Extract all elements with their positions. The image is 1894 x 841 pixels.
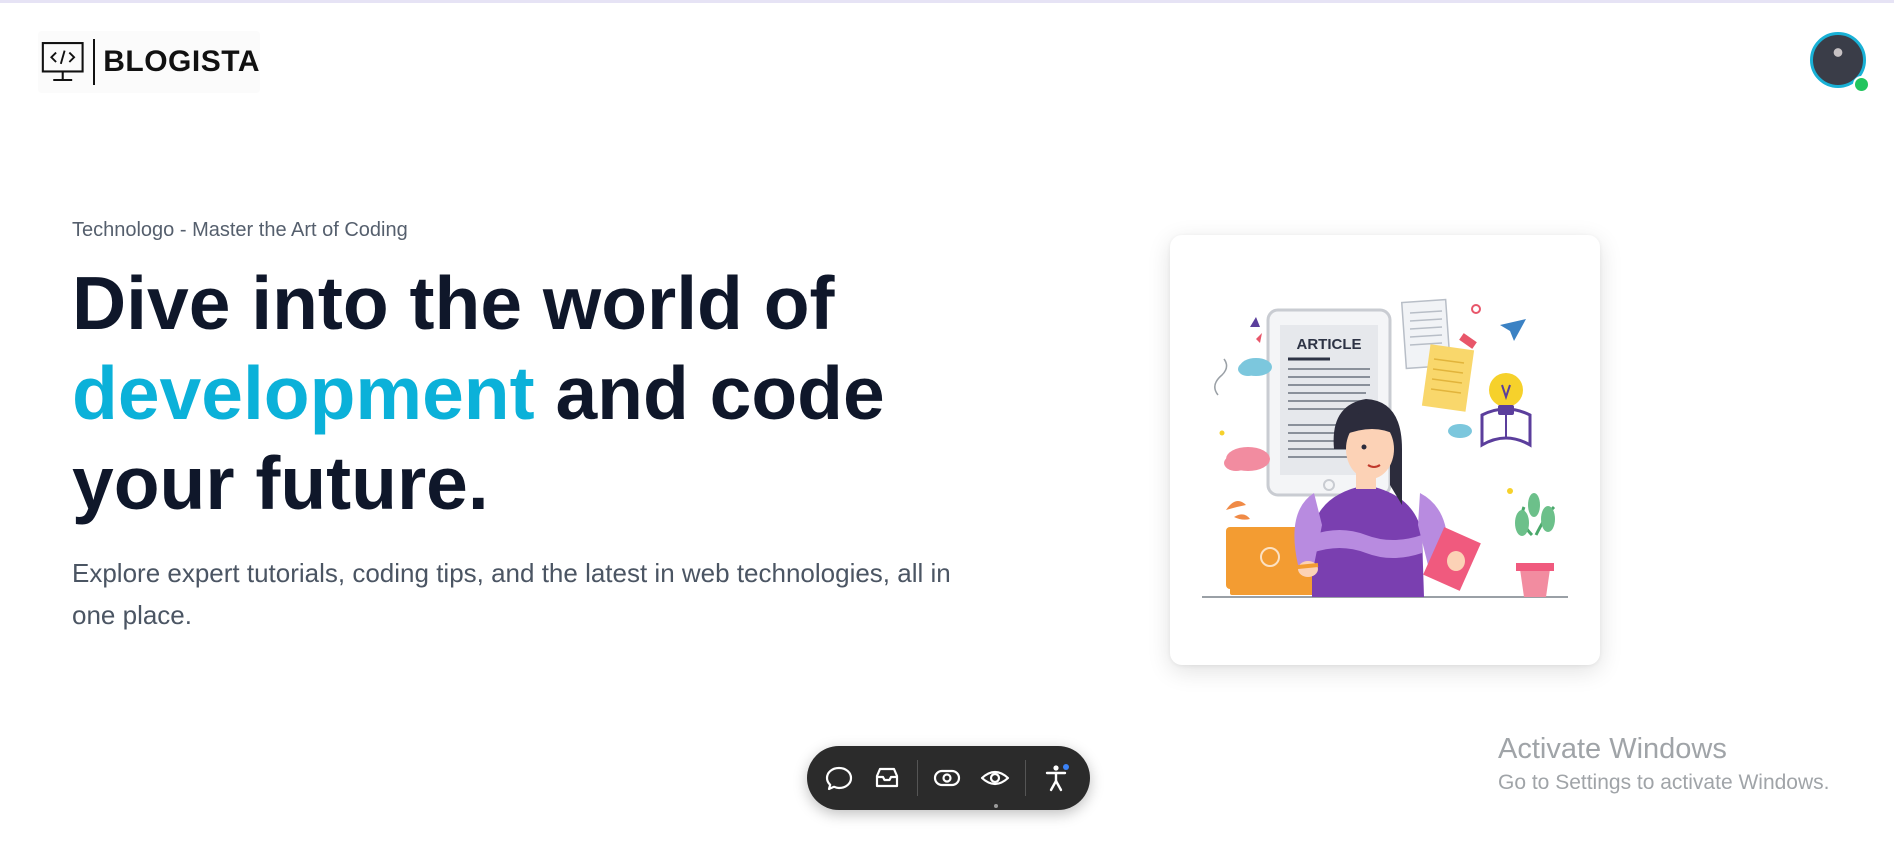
comment-icon[interactable] <box>823 762 855 794</box>
headline-part-2: and code <box>555 351 885 435</box>
hero-subtext: Explore expert tutorials, coding tips, a… <box>72 558 951 630</box>
inbox-icon[interactable] <box>871 762 903 794</box>
floating-toolbar <box>807 746 1090 810</box>
view-toggle-icon[interactable] <box>931 762 963 794</box>
logo-text: BLOGISTA <box>103 45 260 78</box>
hero-eyebrow: Technologo - Master the Art of Coding <box>72 219 408 241</box>
accessibility-icon[interactable] <box>1041 762 1073 794</box>
eye-icon[interactable] <box>979 762 1011 794</box>
toolbar-indicator-dot <box>994 804 998 808</box>
headline-accent: development <box>72 351 535 435</box>
toolbar-divider <box>1025 760 1026 796</box>
logo-divider <box>93 39 96 85</box>
site-logo[interactable]: BLOGISTA <box>38 31 260 93</box>
page: BLOGISTA Technologo - Master the Art of … <box>0 0 1894 841</box>
activate-windows-subtitle: Go to Settings to activate Windows. <box>1498 771 1830 794</box>
hero-headline: Dive into the world of development and c… <box>72 258 972 528</box>
online-status-indicator <box>1853 76 1870 93</box>
monitor-code-icon <box>41 42 84 82</box>
toolbar-divider <box>917 760 918 796</box>
headline-part-3: your future. <box>72 441 489 525</box>
headline-part-1: Dive into the world of <box>72 261 835 345</box>
hero-illustration: ARTICLE <box>1202 298 1568 598</box>
hero-illustration-card: ARTICLE <box>1170 235 1600 665</box>
activate-windows-title: Activate Windows <box>1498 733 1727 765</box>
article-label: ARTICLE <box>1297 336 1362 353</box>
